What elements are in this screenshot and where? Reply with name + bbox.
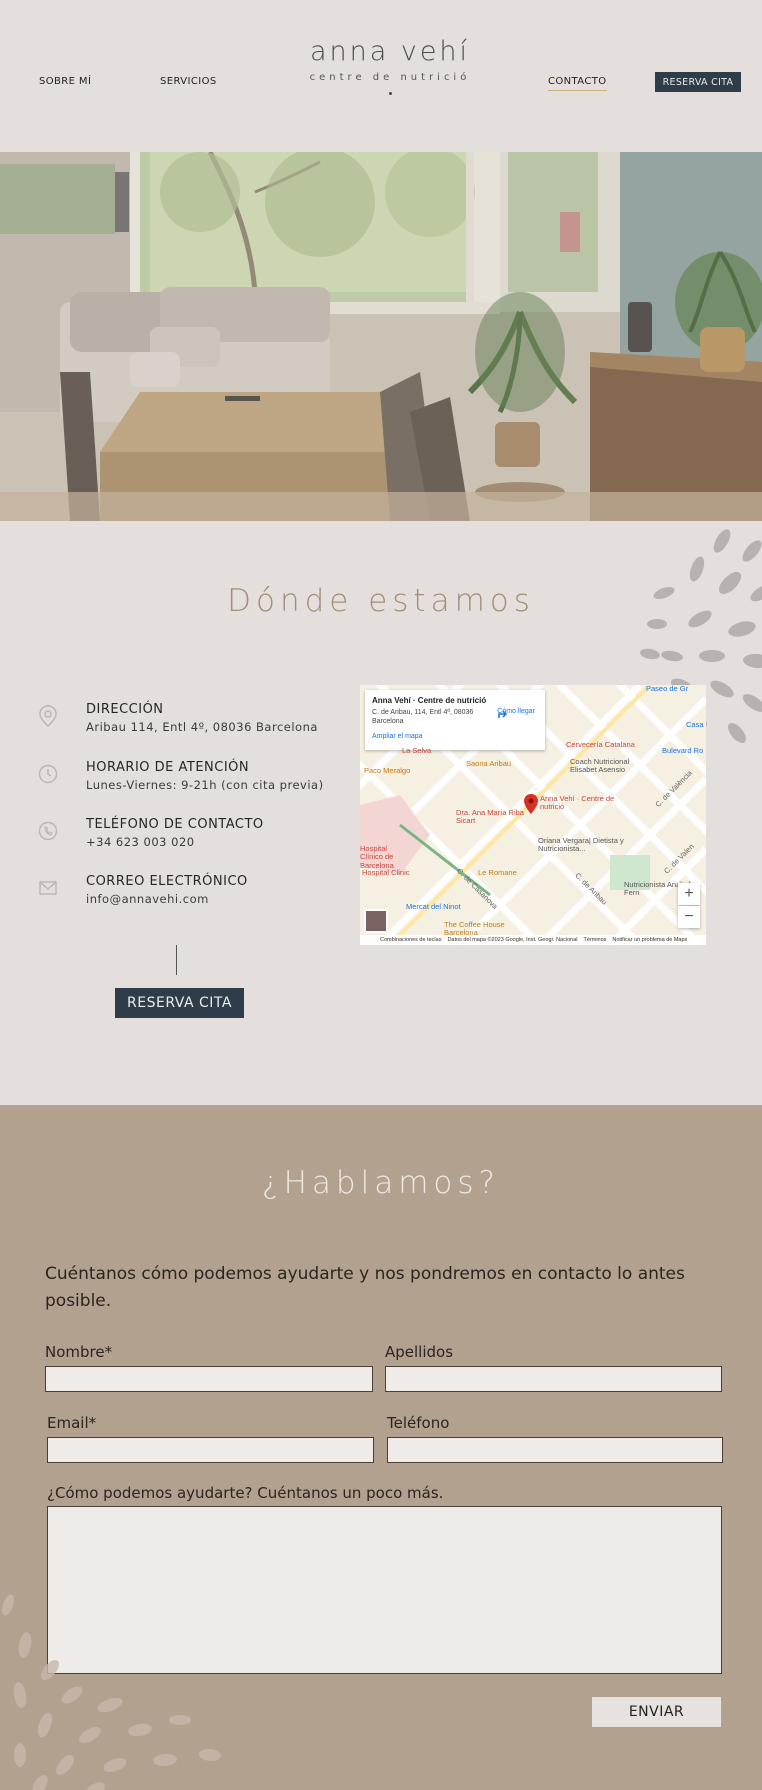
name-input[interactable]: [45, 1366, 373, 1392]
map-layer-toggle[interactable]: [364, 909, 388, 933]
map-zoom-in-button[interactable]: +: [678, 883, 700, 905]
mail-icon: [39, 881, 57, 895]
surname-label: Apellidos: [385, 1343, 454, 1361]
location-pin-icon: [39, 705, 57, 727]
phone-icon: [38, 821, 58, 841]
decorative-petals-icon: [1, 1594, 221, 1790]
logo-name: anna vehí: [309, 36, 471, 67]
phone-input[interactable]: [387, 1437, 723, 1463]
map-place-label[interactable]: Le Romane: [478, 868, 517, 877]
map-footer-shortcuts[interactable]: Combinaciones de teclas: [380, 937, 441, 943]
email-label: Email*: [47, 1414, 97, 1432]
hero-office-photo: [0, 152, 762, 521]
map-place-label[interactable]: Hospital Clinic: [362, 868, 410, 877]
site-header: SOBRE MÍ SERVICIOS anna vehí centre de n…: [0, 0, 762, 152]
logo-subtitle: centre de nutrició: [309, 72, 471, 83]
phone-value[interactable]: +34 623 003 020: [86, 835, 195, 849]
map-footer-report[interactable]: Notificar un problema de Maps: [612, 937, 687, 943]
email-value[interactable]: info@annavehi.com: [86, 892, 209, 906]
nav-about-link[interactable]: SOBRE MÍ: [39, 76, 91, 87]
location-title: Dónde estamos: [227, 583, 535, 619]
map-place-label[interactable]: Paco Meralgo: [364, 766, 410, 775]
map-footer: Combinaciones de teclas Datos del mapa ©…: [360, 935, 706, 945]
map-place-label[interactable]: Coach Nutricional Elisabet Asensio: [570, 757, 650, 775]
email-input[interactable]: [47, 1437, 374, 1463]
map-enlarge-link[interactable]: Ampliar el mapa: [372, 733, 538, 740]
map-place-label[interactable]: Cervecería Catalana: [566, 740, 635, 749]
contact-title: ¿Hablamos?: [262, 1165, 500, 1201]
map-footer-attribution: Datos del mapa ©2023 Google, Inst. Geogr…: [447, 937, 578, 943]
address-heading: DIRECCIÓN: [86, 702, 164, 717]
map-place-label[interactable]: Paseo de Gr: [646, 685, 688, 693]
map-place-label[interactable]: Casa: [686, 720, 704, 729]
map-place-label[interactable]: Saona Aribau: [466, 759, 511, 768]
book-appointment-button[interactable]: RESERVA CITA: [115, 988, 244, 1018]
map-marker-icon[interactable]: [524, 794, 538, 814]
clock-icon: [38, 764, 58, 784]
map-place-label[interactable]: La Selva: [402, 746, 431, 755]
header-book-appointment-button[interactable]: RESERVA CITA: [655, 72, 741, 92]
google-map[interactable]: Anna Vehí · Centre de nutrició C. de Ari…: [360, 685, 706, 945]
phone-label: Teléfono: [387, 1414, 450, 1432]
site-logo[interactable]: anna vehí centre de nutrició: [290, 38, 490, 95]
message-label: ¿Cómo podemos ayudarte? Cuéntanos un poc…: [47, 1484, 444, 1502]
location-section: Dónde estamos DIRECCIÓN Aribau 114, Entl…: [0, 521, 762, 1105]
email-heading: CORREO ELECTRÓNICO: [86, 874, 248, 889]
map-directions-link[interactable]: Cómo llegar: [497, 708, 535, 718]
nav-contact-link[interactable]: CONTACTO: [548, 76, 607, 91]
nav-services-link[interactable]: SERVICIOS: [160, 76, 217, 87]
map-place-label[interactable]: Bulevard Ro: [662, 746, 703, 755]
surname-input[interactable]: [385, 1366, 722, 1392]
name-label: Nombre*: [45, 1343, 113, 1361]
directions-icon: [498, 710, 508, 718]
contact-intro: Cuéntanos cómo podemos ayudarte y nos po…: [45, 1264, 685, 1312]
map-place-label[interactable]: Oriana Vergara| Dietista y Nutricionista…: [538, 836, 638, 854]
divider-line: [176, 945, 177, 975]
map-place-label[interactable]: Dra. Ana María Riba Sicart: [456, 808, 526, 826]
hours-heading: HORARIO DE ATENCIÓN: [86, 760, 250, 775]
map-zoom-out-button[interactable]: −: [678, 906, 700, 928]
map-place-address: C. de Aribau, 114, Entl 4ª, 08036 Barcel…: [372, 709, 474, 725]
map-place-label[interactable]: Mercat del Ninot: [406, 902, 461, 911]
map-footer-terms[interactable]: Términos: [583, 937, 606, 943]
address-value: Aribau 114, Entl 4º, 08036 Barcelona: [86, 720, 318, 734]
map-place-label[interactable]: Anna Vehí · Centre de nutrició: [540, 794, 620, 812]
logo-dot: [388, 92, 392, 95]
phone-heading: TELÉFONO DE CONTACTO: [86, 817, 264, 832]
map-place-card: Anna Vehí · Centre de nutrició C. de Ari…: [365, 690, 545, 750]
map-place-label[interactable]: Hospital Clínico de Barcelona: [360, 844, 412, 870]
map-place-title: Anna Vehí · Centre de nutrició: [372, 696, 487, 705]
submit-button[interactable]: ENVIAR: [592, 1697, 721, 1727]
contact-section: ¿Hablamos? Cuéntanos cómo podemos ayudar…: [0, 1105, 762, 1790]
hours-value: Lunes-Viernes: 9-21h (con cita previa): [86, 778, 324, 792]
